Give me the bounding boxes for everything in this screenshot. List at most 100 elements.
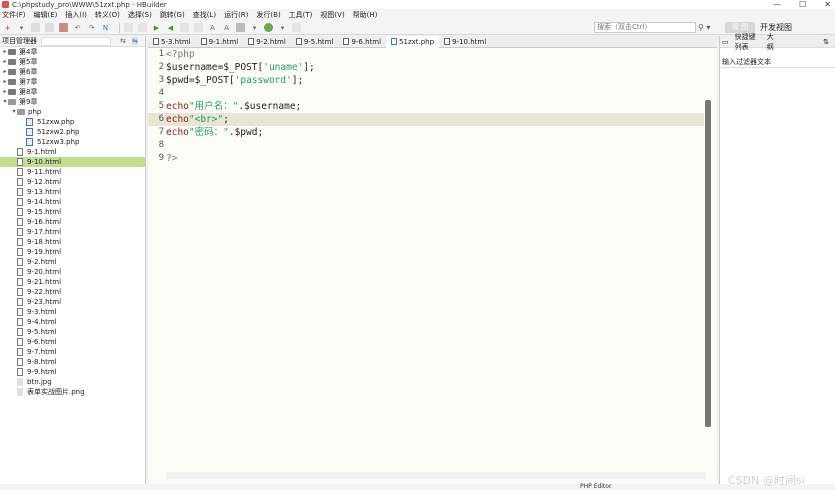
project-filter-input[interactable] — [41, 36, 111, 46]
filter-input[interactable]: 输入过滤器文本 — [720, 56, 835, 68]
run-icon[interactable]: ▶ — [152, 23, 161, 32]
menu-item[interactable]: 转义(O) — [95, 10, 120, 20]
editor-tab[interactable]: 9-5.html — [291, 36, 339, 48]
code-line[interactable]: 6 echo"<br>"; — [148, 113, 704, 126]
tree-item[interactable]: 51zxw3.php — [0, 137, 145, 147]
tree-item[interactable]: 9-19.html — [0, 247, 145, 257]
tab-outline[interactable]: 大纲 — [767, 32, 777, 52]
tree-item[interactable]: ▸ 第8章 — [0, 87, 145, 97]
comment-icon[interactable] — [138, 23, 147, 32]
menu-item[interactable]: 发行(B) — [256, 10, 280, 20]
vertical-scrollbar[interactable] — [705, 100, 711, 427]
tree-item[interactable]: ▸ 第6章 — [0, 67, 145, 77]
tree-item[interactable]: 9-14.html — [0, 197, 145, 207]
back-icon[interactable]: ◀ — [166, 23, 175, 32]
tab-shortcut-list[interactable]: 快捷键列表 — [735, 32, 761, 52]
tree-item[interactable]: ▸ 第5章 — [0, 57, 145, 67]
editor-tab[interactable]: 9-6.html — [338, 36, 386, 48]
menu-item[interactable]: 帮助(H) — [353, 10, 378, 20]
search-icon[interactable]: ⚲ ▾ — [698, 22, 716, 33]
tree-item[interactable]: 9-1.html — [0, 147, 145, 157]
font-smaller-icon[interactable]: A — [222, 23, 231, 32]
editor-tab[interactable]: 9-10.html — [439, 36, 491, 48]
code-line[interactable]: 2 $username=$_POST['uname']; — [148, 61, 717, 74]
undo-icon[interactable]: ↶ — [73, 23, 82, 32]
collapse-icon[interactable]: ⇆ — [120, 37, 126, 45]
tree-item[interactable]: 9-17.html — [0, 227, 145, 237]
tree-item[interactable]: ▸ 第7章 — [0, 77, 145, 87]
editor-tab[interactable]: 51zxt.php — [386, 35, 440, 48]
tree-item[interactable]: 9-10.html — [0, 157, 145, 167]
tree-item[interactable]: 9-18.html — [0, 237, 145, 247]
tree-item[interactable]: btn.jpg — [0, 377, 145, 387]
tree-item[interactable]: ▾ php — [0, 107, 145, 117]
tree-item[interactable]: 9-13.html — [0, 187, 145, 197]
grid-icon[interactable] — [194, 23, 203, 32]
link-icon[interactable]: ⇋ — [132, 37, 138, 45]
menu-item[interactable]: 运行(R) — [224, 10, 248, 20]
editor-tab[interactable]: 5-3.html — [148, 36, 196, 48]
tree-item[interactable]: ▾ 第9章 — [0, 97, 145, 107]
horizontal-scrollbar[interactable] — [166, 472, 706, 479]
preview-icon[interactable] — [292, 23, 301, 32]
tree-item[interactable]: 9-21.html — [0, 277, 145, 287]
code-line[interactable]: 4 — [148, 87, 717, 100]
code-line[interactable]: 3 $pwd=$_POST['password']; — [148, 74, 717, 87]
font-larger-icon[interactable]: A — [208, 23, 217, 32]
save-icon[interactable] — [31, 23, 40, 32]
tree-item[interactable]: 51zxw.php — [0, 117, 145, 127]
code-line[interactable]: 8 — [148, 139, 717, 152]
menu-item[interactable]: 查找(L) — [193, 10, 216, 20]
menu-item[interactable]: 视图(V) — [320, 10, 344, 20]
tree-item[interactable]: 9-22.html — [0, 287, 145, 297]
new-file-icon[interactable]: + — [3, 23, 12, 32]
tree-item[interactable]: 9-6.html — [0, 337, 145, 347]
code-area[interactable]: 1 <?php 2 $username=$_POST['uname']; 3 $pwd=$… — [148, 48, 717, 478]
dropdown-icon[interactable]: ▾ — [250, 23, 259, 32]
tree-item[interactable]: 表单实战图片.png — [0, 387, 145, 397]
editor-tab[interactable]: 9-2.html — [243, 36, 291, 48]
print-icon[interactable] — [59, 23, 68, 32]
browser-icon[interactable] — [264, 23, 273, 32]
close-button[interactable]: ✕ — [824, 0, 831, 9]
tree-item[interactable]: 9-12.html — [0, 177, 145, 187]
keyboard-icon: ▭ — [722, 37, 729, 46]
redo-icon[interactable]: ↷ — [87, 23, 96, 32]
maximize-button[interactable]: ☐ — [799, 0, 806, 9]
tree-item[interactable]: 9-23.html — [0, 297, 145, 307]
dropdown-icon[interactable]: ▾ — [17, 23, 26, 32]
code-line[interactable]: 5 echo"用户名：".$username; — [148, 100, 717, 113]
menu-item[interactable]: 插入(I) — [65, 10, 87, 20]
menu-item[interactable]: 跳转(G) — [160, 10, 185, 20]
tag-icon[interactable] — [124, 23, 133, 32]
search-input[interactable]: 搜索（双击Ctrl） — [594, 22, 696, 33]
editor-tab[interactable]: 9-1.html — [196, 36, 244, 48]
code-line[interactable]: 1 <?php — [148, 48, 717, 61]
tree-item[interactable]: 9-20.html — [0, 267, 145, 277]
tree-item[interactable]: ▸ 第4章 — [0, 47, 145, 57]
menu-item[interactable]: 编辑(E) — [34, 10, 58, 20]
list-icon[interactable] — [180, 23, 189, 32]
minimize-button[interactable]: — — [773, 0, 781, 9]
tree-item[interactable]: 9-2.html — [0, 257, 145, 267]
tree-item[interactable]: 9-4.html — [0, 317, 145, 327]
tree-item[interactable]: 9-9.html — [0, 367, 145, 377]
save-all-icon[interactable] — [45, 23, 54, 32]
menu-item[interactable]: 选择(S) — [128, 10, 152, 20]
tree-item[interactable]: 51zxw2.php — [0, 127, 145, 137]
menu-item[interactable]: 文件(F) — [2, 10, 26, 20]
tree-item[interactable]: 9-3.html — [0, 307, 145, 317]
tree-item[interactable]: 9-5.html — [0, 327, 145, 337]
tree-item[interactable]: 9-7.html — [0, 347, 145, 357]
dropdown-icon[interactable]: ▾ — [278, 23, 287, 32]
tree-item[interactable]: 9-15.html — [0, 207, 145, 217]
format-icon[interactable]: N — [101, 23, 110, 32]
code-line[interactable]: 7 echo"密码：".$pwd; — [148, 126, 717, 139]
sort-icon[interactable]: ⇅ — [823, 38, 829, 46]
code-line[interactable]: 9 ?> — [148, 152, 717, 165]
tree-item[interactable]: 9-16.html — [0, 217, 145, 227]
tree-item[interactable]: 9-8.html — [0, 357, 145, 367]
menu-item[interactable]: 工具(T) — [289, 10, 313, 20]
phone-icon[interactable] — [236, 23, 245, 32]
tree-item[interactable]: 9-11.html — [0, 167, 145, 177]
